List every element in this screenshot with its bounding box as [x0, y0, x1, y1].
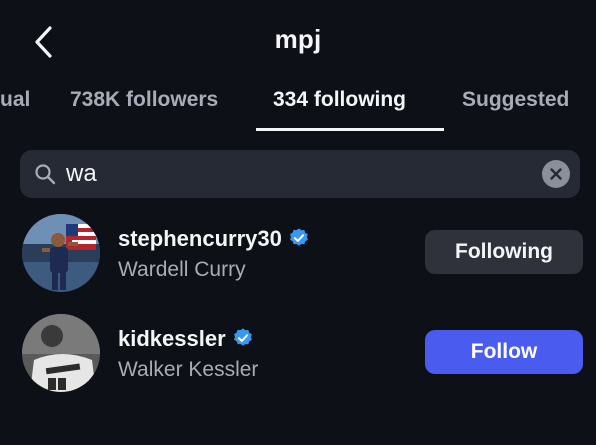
page-title: mpj	[274, 24, 322, 54]
follow-button[interactable]: Follow	[425, 330, 583, 374]
list-item[interactable]: stephencurry30 Wardell Curry Following	[0, 214, 596, 304]
avatar[interactable]	[22, 214, 100, 292]
clear-icon	[550, 168, 562, 180]
header: mpj	[0, 0, 596, 82]
following-button[interactable]: Following	[425, 230, 583, 274]
verified-badge-icon	[289, 228, 308, 246]
username[interactable]: stephencurry30	[118, 226, 310, 252]
username-text: kidkessler	[118, 326, 226, 351]
tab-following[interactable]: 334 following	[273, 88, 406, 128]
avatar[interactable]	[22, 314, 100, 392]
search-input[interactable]	[66, 150, 506, 198]
username[interactable]: kidkessler	[118, 326, 254, 352]
full-name: Walker Kessler	[118, 358, 259, 381]
search-bar	[20, 150, 580, 198]
tab-suggested[interactable]: Suggested	[462, 88, 569, 128]
tab-followers[interactable]: 738K followers	[70, 88, 218, 128]
active-tab-indicator	[256, 128, 444, 131]
username-text: stephencurry30	[118, 226, 282, 251]
search-icon	[35, 164, 56, 185]
verified-badge-icon	[233, 328, 252, 346]
clear-search-button[interactable]	[542, 160, 570, 188]
full-name: Wardell Curry	[118, 258, 246, 281]
list-item[interactable]: kidkessler Walker Kessler Follow	[0, 314, 596, 404]
tab-mutual[interactable]: ual	[0, 88, 30, 128]
tab-bar: ual 738K followers 334 following Suggest…	[0, 82, 596, 134]
